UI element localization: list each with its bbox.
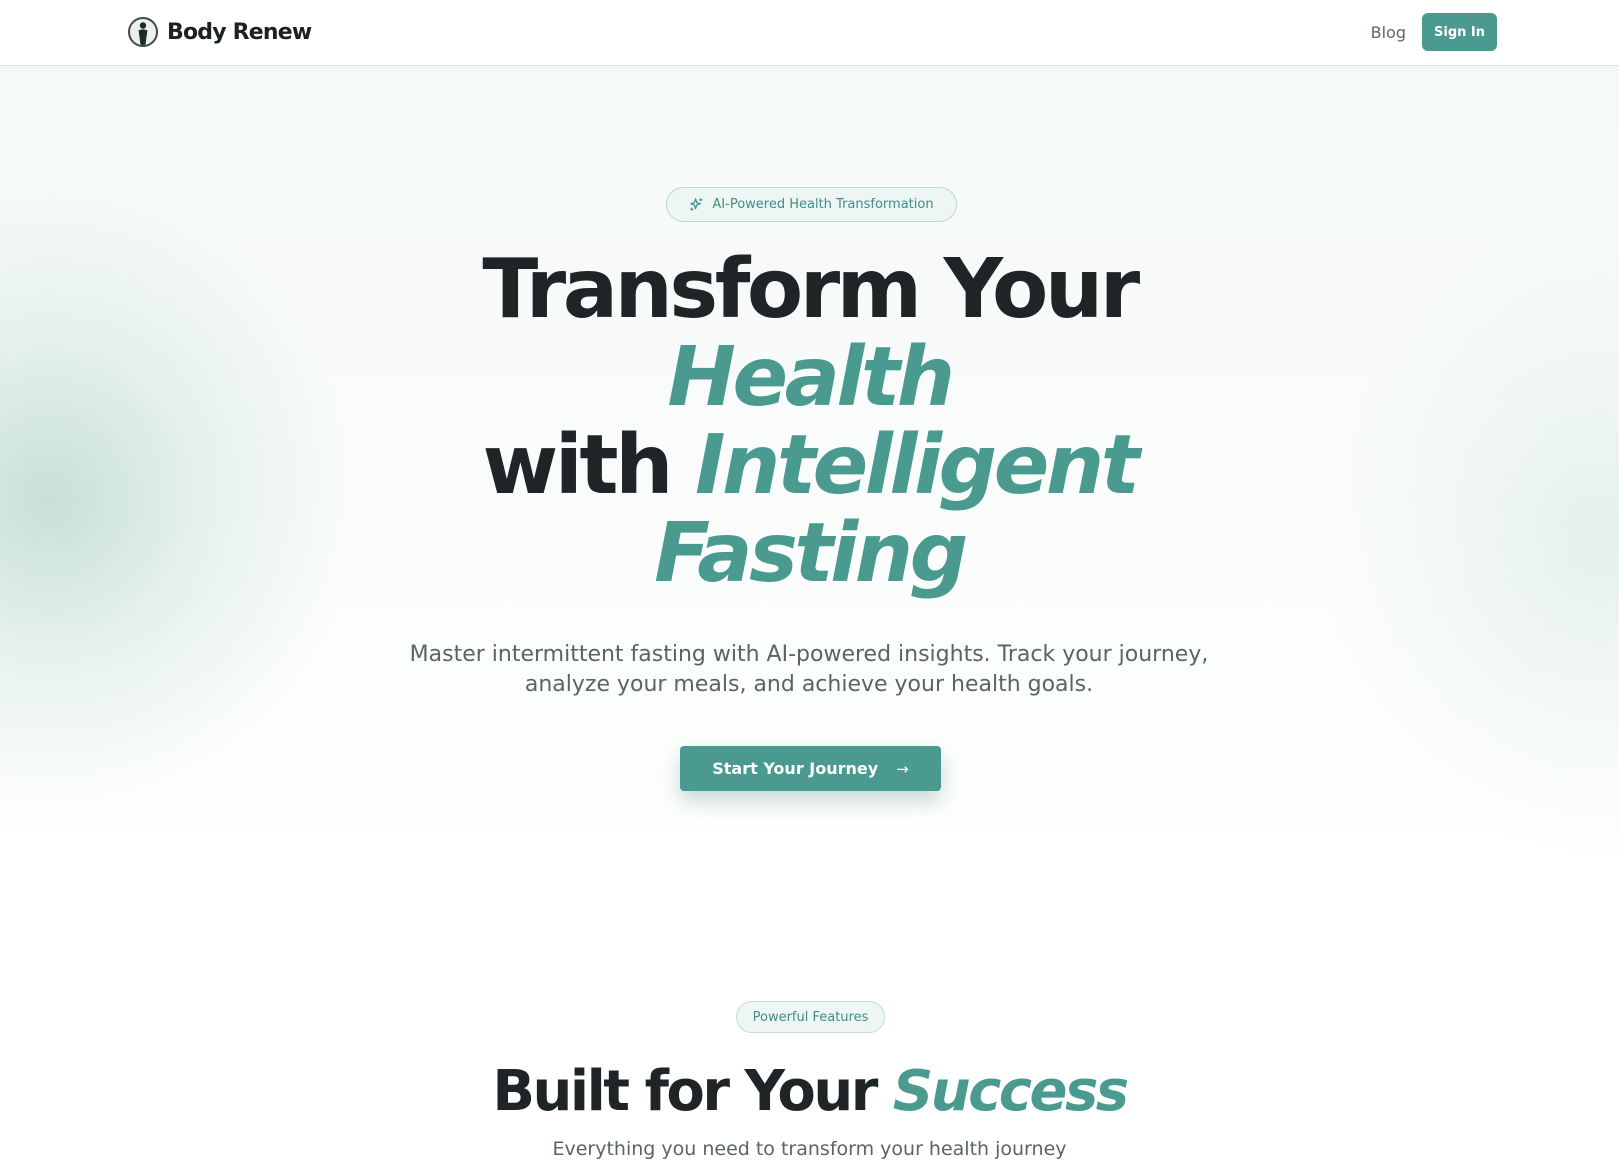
main-nav: Blog Sign In [1371,13,1497,51]
hero-title-line1: Transform Your [482,242,1140,337]
start-journey-label: Start Your Journey [712,759,879,778]
features-title: Built for Your Success [0,1058,1619,1126]
features-badge: Powerful Features [736,1001,885,1033]
hero-title: Transform Your Health with Intelligent F… [0,246,1619,598]
hero-badge: AI-Powered Health Transformation [666,187,957,222]
brand-name: Body Renew [167,19,312,45]
hero-badge-text: AI-Powered Health Transformation [712,197,934,212]
brand-home-link[interactable]: Body Renew [128,15,312,49]
hero-title-with: with [482,418,696,513]
sign-in-button[interactable]: Sign In [1422,13,1497,51]
features-subtitle: Everything you need to transform your he… [552,1138,1067,1160]
sparkle-icon [689,197,704,212]
hero-subtitle: Master intermittent fasting with AI-powe… [409,642,1209,697]
hero-title-accent-health: Health [667,330,955,425]
start-journey-button[interactable]: Start Your Journey → [680,746,941,791]
features-title-accent: Success [892,1059,1129,1124]
landing-page: Body Renew Blog Sign In AI-Powered Healt… [0,0,1619,1175]
features-title-text: Built for Your [492,1059,893,1124]
hero-title-accent-fasting: Fasting [654,506,968,601]
site-header: Body Renew Blog Sign In [0,0,1619,66]
person-logo-icon [128,17,158,47]
hero-title-accent-intelligent: Intelligent [695,418,1140,513]
nav-blog-link[interactable]: Blog [1371,23,1406,42]
arrow-right-icon: → [896,759,909,778]
